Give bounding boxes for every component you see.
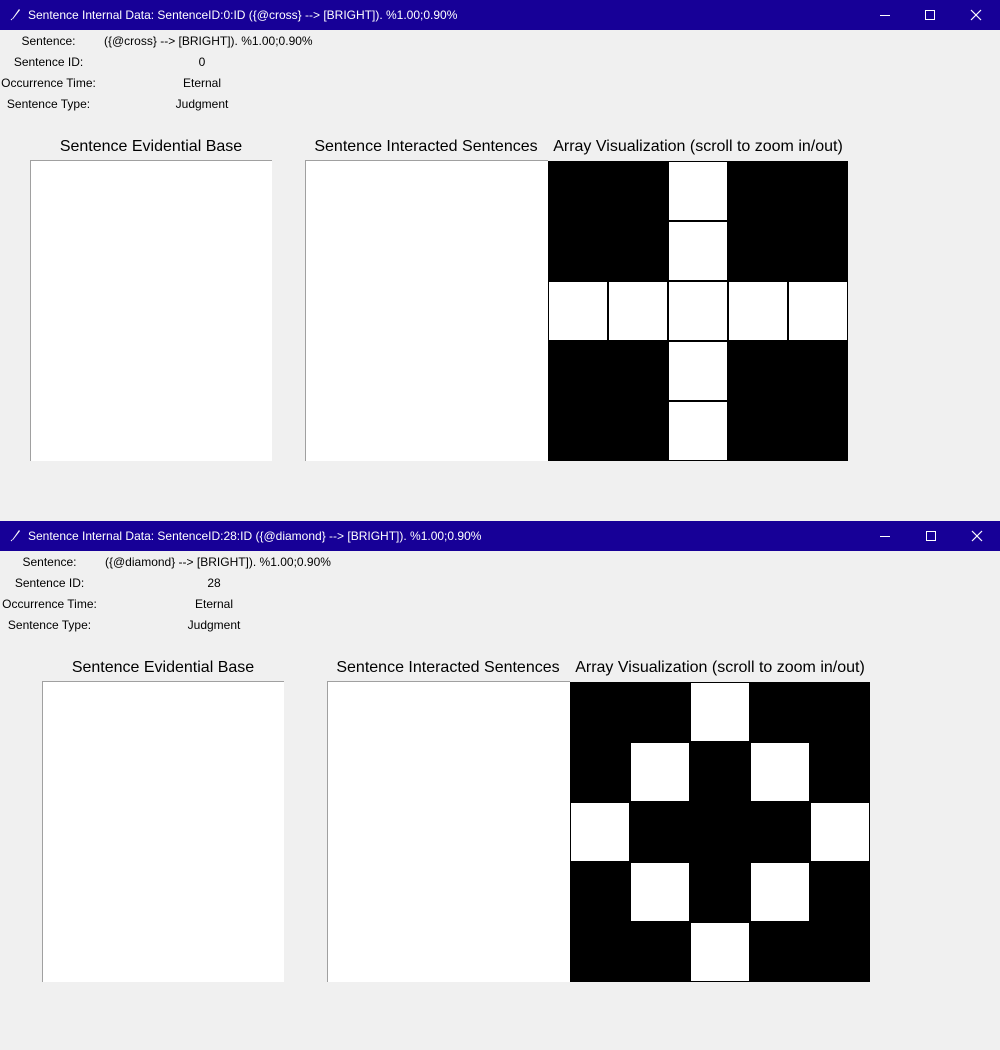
evidential-base-list[interactable] (30, 160, 272, 461)
occurrence-time-label: Occurrence Time: (1, 76, 96, 90)
array-cell (668, 401, 728, 461)
array-cell (750, 922, 810, 982)
array-cell (608, 221, 668, 281)
array-cell (750, 682, 810, 742)
sentence-window: Sentence Internal Data: SentenceID:0:ID … (0, 0, 1000, 500)
feather-icon (9, 528, 23, 542)
array-cell (728, 161, 788, 221)
array-cell (668, 341, 728, 401)
evidential-base-heading: Sentence Evidential Base (71, 659, 255, 676)
array-cell (570, 862, 630, 922)
array-cell (690, 922, 750, 982)
array-cell (548, 281, 608, 341)
array-cell (630, 682, 690, 742)
title-bar[interactable]: Sentence Internal Data: SentenceID:0:ID … (0, 0, 1000, 30)
array-cell (728, 281, 788, 341)
maximize-icon (926, 531, 936, 541)
feather-icon (9, 7, 23, 21)
array-cell (810, 862, 870, 922)
array-cell (548, 161, 608, 221)
close-button[interactable] (954, 521, 1000, 551)
array-cell (728, 221, 788, 281)
sentence-value: ({@diamond} --> [BRIGHT]). %1.00;0.90% (105, 555, 331, 569)
array-cell (570, 682, 630, 742)
sentence-label: Sentence: (21, 34, 76, 48)
occurrence-time-label: Occurrence Time: (2, 597, 97, 611)
sentence-id-value: 0 (198, 55, 206, 69)
array-cell (750, 802, 810, 862)
array-cell (690, 802, 750, 862)
array-cell (548, 401, 608, 461)
sentence-id-label: Sentence ID: (14, 576, 85, 590)
array-cell (690, 862, 750, 922)
maximize-button[interactable] (908, 521, 954, 551)
window-title: Sentence Internal Data: SentenceID:0:ID … (28, 8, 458, 22)
window-title: Sentence Internal Data: SentenceID:28:ID… (28, 529, 482, 543)
sentence-type-label: Sentence Type: (6, 97, 91, 111)
maximize-button[interactable] (907, 0, 953, 30)
array-cell (788, 401, 848, 461)
array-cell (548, 221, 608, 281)
array-cell (630, 802, 690, 862)
array-cell (750, 862, 810, 922)
array-cell (608, 281, 668, 341)
sentence-id-value: 28 (207, 576, 221, 590)
close-button[interactable] (953, 0, 999, 30)
array-cell (690, 742, 750, 802)
array-cell (810, 682, 870, 742)
array-visualization-canvas[interactable] (570, 682, 870, 982)
array-cell (608, 161, 668, 221)
array-cell (668, 161, 728, 221)
array-cell (810, 922, 870, 982)
interacted-sentences-heading: Sentence Interacted Sentences (336, 659, 560, 676)
minimize-button[interactable] (862, 521, 908, 551)
interacted-sentences-list[interactable] (327, 681, 570, 982)
array-cell (548, 341, 608, 401)
array-cell (690, 682, 750, 742)
array-cell (608, 401, 668, 461)
array-cell (570, 742, 630, 802)
array-cell (750, 742, 810, 802)
array-cell (728, 341, 788, 401)
minimize-icon (880, 536, 890, 537)
occurrence-time-value: Eternal (194, 597, 234, 611)
sentence-id-label: Sentence ID: (13, 55, 84, 69)
sentence-type-value: Judgment (175, 97, 229, 111)
evidential-base-heading: Sentence Evidential Base (59, 138, 243, 155)
sentence-type-label: Sentence Type: (7, 618, 92, 632)
close-icon (970, 9, 982, 21)
array-cell (668, 281, 728, 341)
array-cell (788, 341, 848, 401)
sentence-label: Sentence: (22, 555, 77, 569)
array-cell (810, 802, 870, 862)
array-cell (668, 221, 728, 281)
close-icon (971, 530, 983, 542)
array-cell (630, 742, 690, 802)
title-bar[interactable]: Sentence Internal Data: SentenceID:28:ID… (0, 521, 1000, 551)
array-cell (788, 281, 848, 341)
maximize-icon (925, 10, 935, 20)
array-cell (810, 742, 870, 802)
occurrence-time-value: Eternal (182, 76, 222, 90)
array-visualization-heading: Array Visualization (scroll to zoom in/o… (575, 659, 865, 676)
array-cell (630, 862, 690, 922)
array-cell (570, 922, 630, 982)
sentence-window: Sentence Internal Data: SentenceID:28:ID… (0, 521, 1000, 1050)
evidential-base-list[interactable] (42, 681, 284, 982)
array-cell (788, 161, 848, 221)
array-visualization-canvas[interactable] (548, 161, 848, 461)
minimize-button[interactable] (862, 0, 908, 30)
array-cell (608, 341, 668, 401)
interacted-sentences-list[interactable] (305, 160, 548, 461)
sentence-type-value: Judgment (187, 618, 241, 632)
minimize-icon (880, 15, 890, 16)
interacted-sentences-heading: Sentence Interacted Sentences (314, 138, 538, 155)
sentence-value: ({@cross} --> [BRIGHT]). %1.00;0.90% (104, 34, 313, 48)
array-cell (728, 401, 788, 461)
array-cell (570, 802, 630, 862)
array-visualization-heading: Array Visualization (scroll to zoom in/o… (553, 138, 843, 155)
array-cell (630, 922, 690, 982)
array-cell (788, 221, 848, 281)
